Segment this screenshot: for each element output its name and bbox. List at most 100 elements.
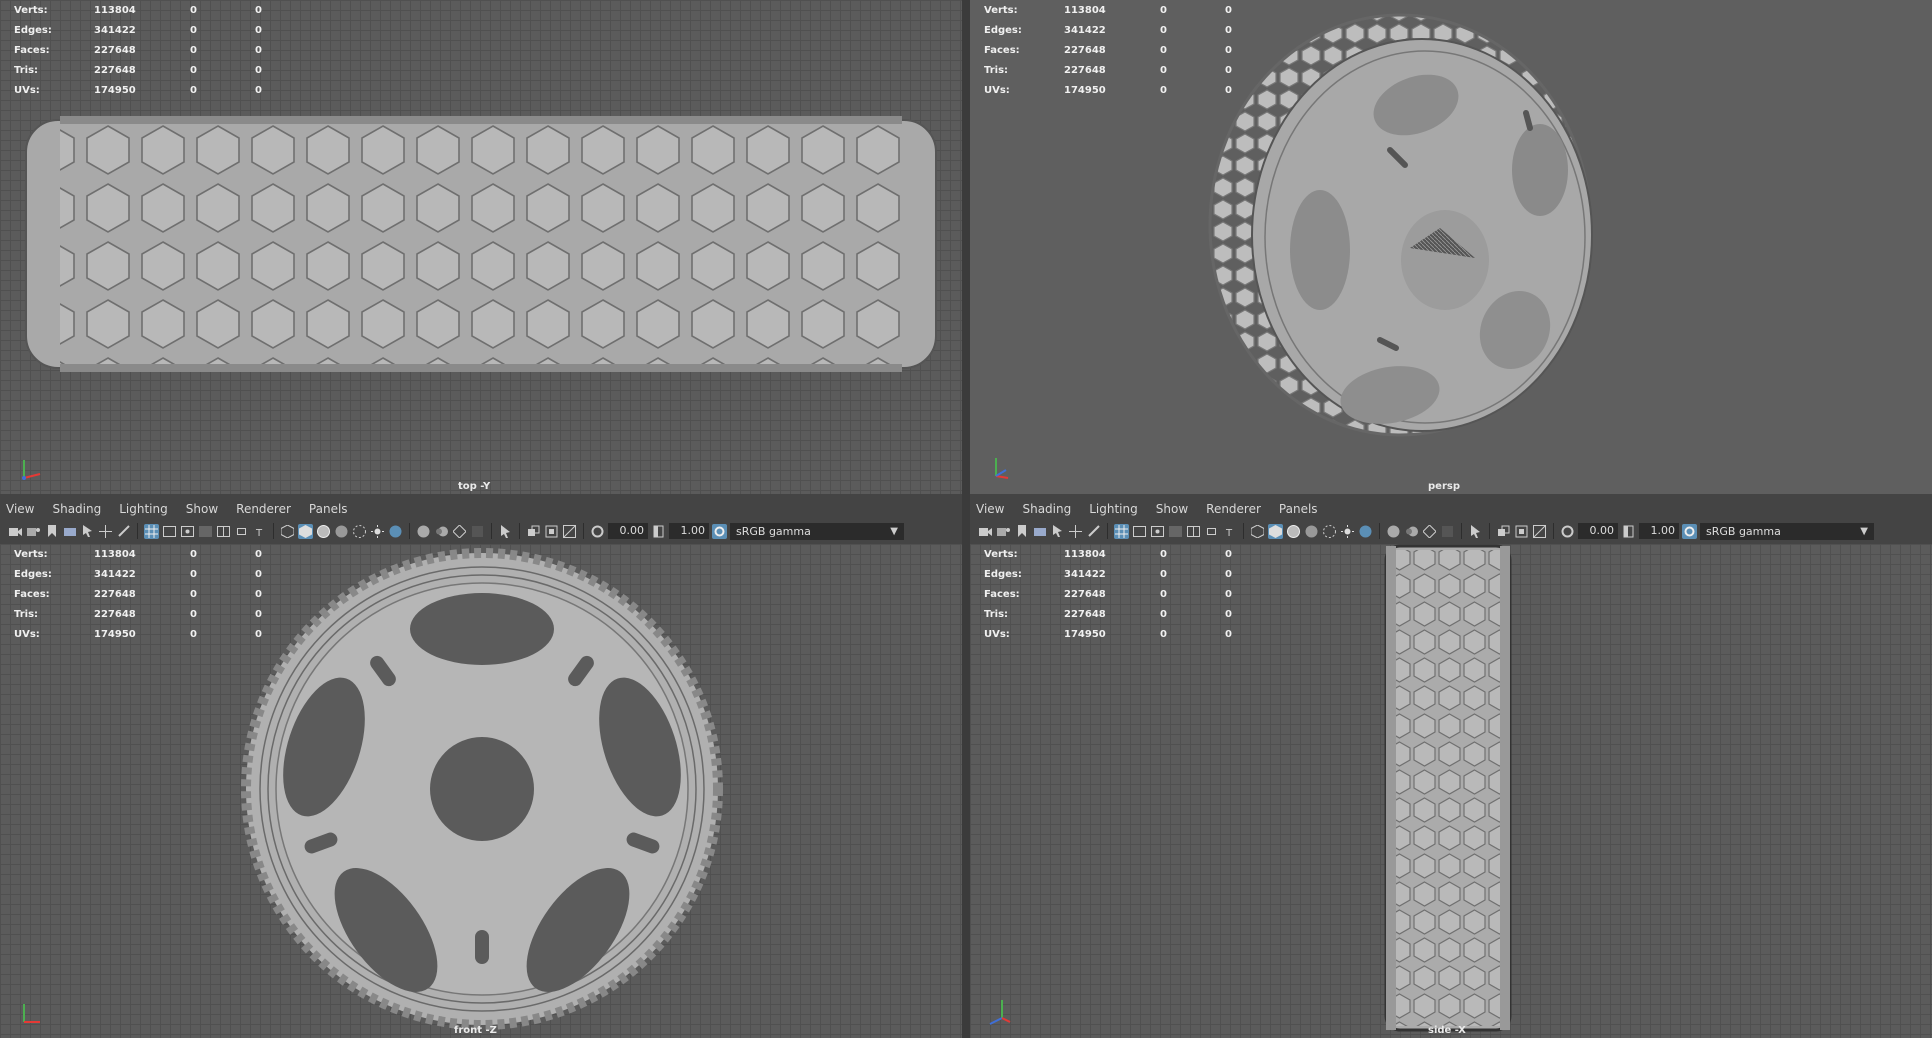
image-plane-icon[interactable] [62, 524, 77, 539]
backface-icon[interactable] [562, 524, 577, 539]
gamma-icon[interactable] [651, 524, 666, 539]
depth-of-field-icon[interactable] [1440, 524, 1455, 539]
depth-of-field-icon[interactable] [470, 524, 485, 539]
shadows-icon[interactable] [388, 524, 403, 539]
xray-icon[interactable] [352, 524, 367, 539]
color-space-dropdown[interactable]: sRGB gamma ▼ [730, 522, 904, 540]
menu-show[interactable]: Show [1156, 502, 1188, 516]
gate-mask-icon[interactable] [1168, 524, 1183, 539]
viewport-label: top -Y [458, 481, 491, 492]
exposure-field[interactable]: 0.00 [608, 523, 648, 539]
chevron-down-icon: ▼ [1860, 525, 1868, 537]
color-space-label: sRGB gamma [1706, 524, 1781, 538]
film-gate-icon[interactable] [162, 524, 177, 539]
bookmark-icon[interactable] [44, 524, 59, 539]
select-tool-icon[interactable] [1050, 524, 1065, 539]
menu-panels[interactable]: Panels [1279, 502, 1318, 516]
ambient-occlusion-icon[interactable] [416, 524, 431, 539]
gamma-field[interactable]: 1.00 [1639, 523, 1679, 539]
viewport-side[interactable]: Verts: 113804 0 0 Edges: 341422 0 0 Faces: 2276… [970, 544, 1932, 1038]
safe-title-icon[interactable]: T [252, 524, 267, 539]
gamma-icon[interactable] [1621, 524, 1636, 539]
panel-divider-vertical[interactable] [962, 0, 970, 1038]
color-management-icon[interactable] [1682, 523, 1697, 539]
anti-alias-icon[interactable] [1422, 524, 1437, 539]
viewport-label: front -Z [454, 1025, 497, 1036]
camera-lock-icon[interactable] [26, 524, 41, 539]
exposure-icon[interactable] [1560, 524, 1575, 539]
wireframe-on-shaded-icon[interactable] [316, 524, 331, 539]
lights-icon[interactable] [1340, 524, 1355, 539]
menu-lighting[interactable]: Lighting [1089, 502, 1138, 516]
panel-tool-row: T 0.00 1.00 sRGB gamma ▼ [978, 521, 1874, 541]
chevron-down-icon: ▼ [890, 525, 898, 537]
isolate-select-icon[interactable] [498, 524, 513, 539]
textured-icon[interactable] [334, 524, 349, 539]
film-gate-icon[interactable] [1132, 524, 1147, 539]
gate-mask-icon[interactable] [198, 524, 213, 539]
isolate-select-icon[interactable] [1468, 524, 1483, 539]
menu-view[interactable]: View [6, 502, 34, 516]
safe-action-icon[interactable] [234, 524, 249, 539]
safe-action-icon[interactable] [1204, 524, 1219, 539]
xray-active-icon[interactable] [1514, 524, 1529, 539]
menu-shading[interactable]: Shading [1022, 502, 1071, 516]
color-management-icon[interactable] [712, 523, 727, 539]
paint-tool-icon[interactable] [1086, 524, 1101, 539]
menu-shading[interactable]: Shading [52, 502, 101, 516]
shadows-icon[interactable] [1358, 524, 1373, 539]
toolbar-divider [1489, 523, 1490, 539]
toolbar-divider [1461, 523, 1462, 539]
move-tool-icon[interactable] [98, 524, 113, 539]
wireframe-on-shaded-icon[interactable] [1286, 524, 1301, 539]
grid-toggle-icon[interactable] [144, 523, 159, 539]
menu-show[interactable]: Show [186, 502, 218, 516]
xray-joints-icon[interactable] [526, 524, 541, 539]
resolution-gate-icon[interactable] [1150, 524, 1165, 539]
xray-active-icon[interactable] [544, 524, 559, 539]
lights-icon[interactable] [370, 524, 385, 539]
motion-blur-icon[interactable] [1404, 524, 1419, 539]
paint-tool-icon[interactable] [116, 524, 131, 539]
viewport-persp[interactable]: Verts: 113804 0 0 Edges: 341422 0 0 Faces: 2276… [970, 0, 1932, 494]
gamma-field[interactable]: 1.00 [669, 523, 709, 539]
field-chart-icon[interactable] [216, 524, 231, 539]
axis-gizmo-icon [22, 460, 41, 480]
smooth-shade-icon[interactable] [1268, 523, 1283, 539]
grid-toggle-icon[interactable] [1114, 523, 1129, 539]
bookmark-icon[interactable] [1014, 524, 1029, 539]
exposure-icon[interactable] [590, 524, 605, 539]
anti-alias-icon[interactable] [452, 524, 467, 539]
viewport-top[interactable]: Verts: 113804 0 0 Edges: 341422 0 0 Faces: 2276… [0, 0, 962, 494]
wireframe-icon[interactable] [1250, 524, 1265, 539]
move-tool-icon[interactable] [1068, 524, 1083, 539]
textured-icon[interactable] [1304, 524, 1319, 539]
safe-title-icon[interactable]: T [1222, 524, 1237, 539]
menu-view[interactable]: View [976, 502, 1004, 516]
menu-renderer[interactable]: Renderer [236, 502, 291, 516]
image-plane-icon[interactable] [1032, 524, 1047, 539]
backface-icon[interactable] [1532, 524, 1547, 539]
panel-toolbar-front: View Shading Lighting Show Renderer Pane… [0, 494, 962, 544]
xray-icon[interactable] [1322, 524, 1337, 539]
toolbar-divider [273, 523, 274, 539]
wireframe-icon[interactable] [280, 524, 295, 539]
color-space-dropdown[interactable]: sRGB gamma ▼ [1700, 522, 1874, 540]
field-chart-icon[interactable] [1186, 524, 1201, 539]
camera-lock-icon[interactable] [996, 524, 1011, 539]
camera-icon[interactable] [8, 524, 23, 539]
menu-lighting[interactable]: Lighting [119, 502, 168, 516]
camera-icon[interactable] [978, 524, 993, 539]
smooth-shade-icon[interactable] [298, 523, 313, 539]
ambient-occlusion-icon[interactable] [1386, 524, 1401, 539]
xray-joints-icon[interactable] [1496, 524, 1511, 539]
viewport-front[interactable]: Verts: 113804 0 0 Edges: 341422 0 0 Faces: 2276… [0, 544, 962, 1038]
toolbar-divider [1107, 523, 1108, 539]
toolbar-divider [137, 523, 138, 539]
select-tool-icon[interactable] [80, 524, 95, 539]
motion-blur-icon[interactable] [434, 524, 449, 539]
menu-renderer[interactable]: Renderer [1206, 502, 1261, 516]
resolution-gate-icon[interactable] [180, 524, 195, 539]
exposure-field[interactable]: 0.00 [1578, 523, 1618, 539]
menu-panels[interactable]: Panels [309, 502, 348, 516]
